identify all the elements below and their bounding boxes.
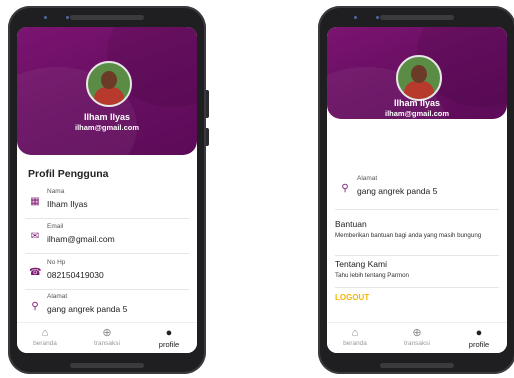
camera-dot bbox=[66, 16, 69, 19]
field-label: Alamat bbox=[47, 293, 68, 300]
profile-header: Ilham Ilyas ilham@gmail.com bbox=[17, 27, 197, 155]
field-label: Alamat bbox=[357, 175, 378, 182]
avatar-body bbox=[94, 87, 124, 105]
home-icon: ⌂ bbox=[41, 327, 49, 339]
section-title: Profil Pengguna bbox=[28, 168, 109, 180]
tentang-kami-desc: Tahu lebih tentang Parmon bbox=[335, 272, 409, 279]
tentang-kami-title: Tentang Kami bbox=[335, 259, 387, 269]
nav-label: transaksi bbox=[403, 340, 430, 347]
avatar-face bbox=[411, 65, 427, 83]
screen-profile-scrolled: Ilham Ilyas ilham@gmail.com ⚲ Alamat gan… bbox=[327, 27, 507, 353]
user-email: ilham@gmail.com bbox=[75, 123, 139, 132]
camera-dot bbox=[376, 16, 379, 19]
nav-transaksi[interactable]: ⊕ transaksi bbox=[87, 327, 127, 347]
field-value: ilham@gmail.com bbox=[47, 234, 115, 244]
profile-header: Ilham Ilyas ilham@gmail.com bbox=[327, 27, 507, 119]
user-name: Ilham Ilyas bbox=[393, 98, 441, 108]
field-nama[interactable]: ▦ Nama Ilham Ilyas bbox=[25, 184, 189, 219]
avatar-face bbox=[101, 71, 117, 89]
user-name: Ilham Ilyas bbox=[83, 112, 131, 122]
volume-button bbox=[206, 90, 209, 118]
nav-label: profile bbox=[158, 340, 180, 349]
home-indicator bbox=[70, 363, 144, 368]
field-value: gang angrek panda 5 bbox=[47, 304, 128, 314]
mail-icon: ✉ bbox=[30, 231, 40, 242]
nav-profile[interactable]: ● profile bbox=[149, 327, 189, 349]
field-value: gang angrek panda 5 bbox=[357, 186, 438, 196]
bantuan-title: Bantuan bbox=[335, 219, 367, 229]
field-label: Nama bbox=[47, 188, 65, 195]
field-value: 082150419030 bbox=[47, 270, 104, 280]
phone-icon: ☎ bbox=[29, 267, 42, 278]
logout-button[interactable]: LOGOUT bbox=[335, 293, 369, 302]
field-label: No Hp bbox=[47, 259, 66, 266]
plus-circle-icon: ⊕ bbox=[102, 327, 112, 339]
id-badge-icon: ▦ bbox=[30, 196, 40, 207]
field-label: Email bbox=[47, 223, 64, 230]
field-value: Ilham Ilyas bbox=[47, 199, 88, 209]
field-address[interactable]: ⚲ Alamat gang angrek panda 5 bbox=[25, 289, 189, 324]
bottom-nav: ⌂ beranda ⊕ transaksi ● profile bbox=[17, 322, 197, 353]
avatar[interactable] bbox=[396, 55, 442, 101]
person-icon: ● bbox=[475, 327, 483, 339]
location-icon: ⚲ bbox=[341, 183, 349, 194]
home-icon: ⌂ bbox=[351, 327, 359, 339]
bottom-nav: ⌂ beranda ⊕ transaksi ● profile bbox=[327, 322, 507, 353]
bantuan-item[interactable]: Bantuan Memberikan bantuan bagi anda yan… bbox=[335, 219, 499, 256]
nav-label: beranda bbox=[343, 340, 367, 347]
sensor-dot bbox=[44, 16, 47, 19]
screen-profile: Ilham Ilyas ilham@gmail.com Profil Pengg… bbox=[17, 27, 197, 353]
sensor-dot bbox=[354, 16, 357, 19]
phone-frame-right: Ilham Ilyas ilham@gmail.com ⚲ Alamat gan… bbox=[318, 6, 514, 374]
location-icon: ⚲ bbox=[31, 301, 39, 312]
field-address[interactable]: ⚲ Alamat gang angrek panda 5 bbox=[335, 171, 499, 210]
nav-label: beranda bbox=[33, 340, 57, 347]
phone-frame-left: Ilham Ilyas ilham@gmail.com Profil Pengg… bbox=[8, 6, 209, 374]
avatar[interactable] bbox=[86, 61, 132, 107]
nav-profile[interactable]: ● profile bbox=[459, 327, 499, 349]
plus-circle-icon: ⊕ bbox=[412, 327, 422, 339]
user-email: ilham@gmail.com bbox=[385, 109, 449, 118]
bantuan-desc: Memberikan bantuan bagi anda yang masih … bbox=[335, 232, 482, 239]
tentang-kami-item[interactable]: Tentang Kami Tahu lebih tentang Parmon bbox=[335, 259, 499, 288]
nav-label: profile bbox=[468, 340, 490, 349]
person-icon: ● bbox=[165, 327, 173, 339]
nav-beranda[interactable]: ⌂ beranda bbox=[335, 327, 375, 347]
nav-transaksi[interactable]: ⊕ transaksi bbox=[397, 327, 437, 347]
field-phone[interactable]: ☎ No Hp 082150419030 bbox=[25, 255, 189, 290]
home-indicator bbox=[380, 363, 454, 368]
speaker-bar bbox=[70, 15, 144, 20]
field-email[interactable]: ✉ Email ilham@gmail.com bbox=[25, 219, 189, 254]
nav-beranda[interactable]: ⌂ beranda bbox=[25, 327, 65, 347]
speaker-bar bbox=[380, 15, 454, 20]
nav-label: transaksi bbox=[93, 340, 120, 347]
power-button bbox=[206, 128, 209, 146]
